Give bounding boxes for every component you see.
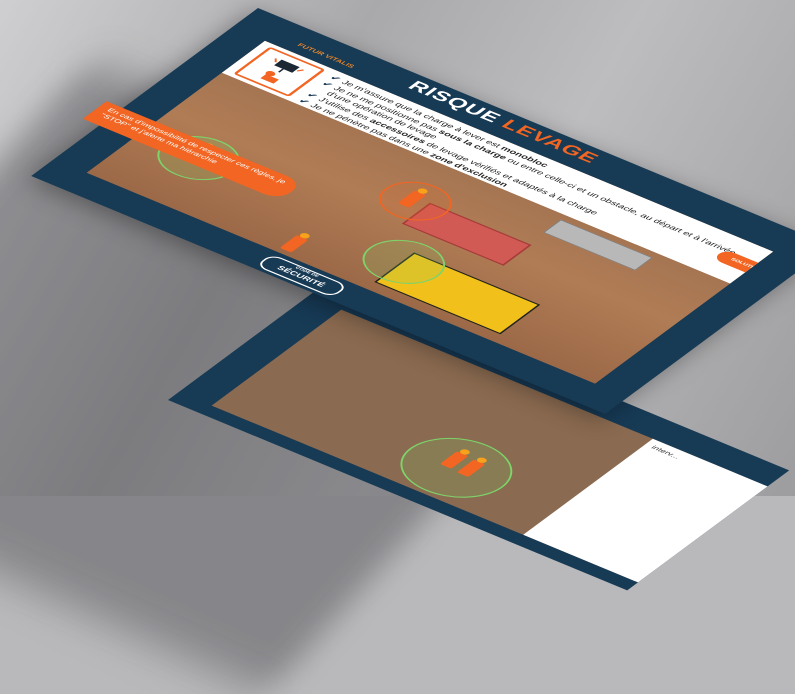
worker-figure — [279, 235, 309, 253]
partial-text: interv... — [649, 444, 682, 461]
safe-zone-circle — [378, 425, 534, 510]
